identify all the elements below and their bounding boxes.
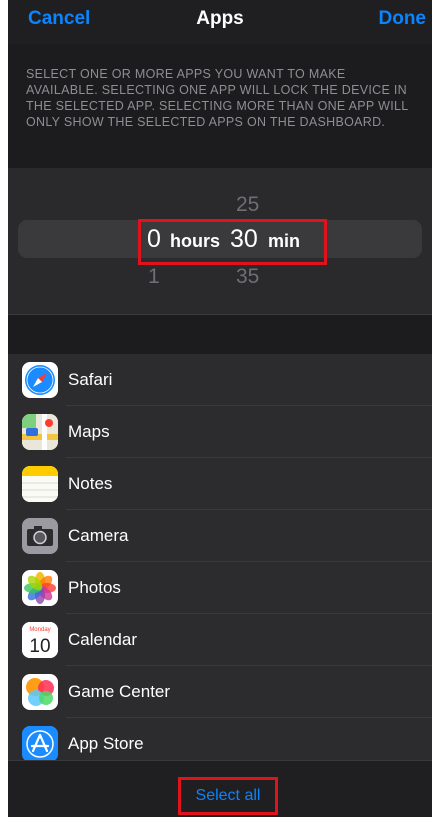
app-label: Notes (68, 474, 113, 493)
list-item-photos[interactable]: Photos (8, 562, 432, 614)
instructions-text: SELECT ONE OR MORE APPS YOU WANT TO MAKE… (26, 67, 409, 129)
app-list: Safari Maps Notes Camera Photos Monday 1… (8, 354, 432, 760)
done-button[interactable]: Done (379, 8, 427, 30)
calendar-icon: Monday 10 (22, 622, 58, 658)
app-label: Camera (68, 526, 129, 545)
picker-minutes-above[interactable]: 25 (236, 193, 259, 217)
notes-icon (22, 466, 58, 502)
device-screen: Cancel Apps Done SELECT ONE OR MORE APPS… (8, 0, 432, 817)
list-item-camera[interactable]: Camera (8, 510, 432, 562)
list-item-maps[interactable]: Maps (8, 406, 432, 458)
app-label: Maps (68, 422, 110, 441)
list-item-game-center[interactable]: Game Center (8, 666, 432, 718)
calendar-icon-month: Monday (29, 627, 50, 633)
maps-icon (22, 414, 58, 450)
app-label: Game Center (68, 682, 171, 701)
list-item-safari[interactable]: Safari (8, 354, 432, 406)
app-label: Safari (68, 370, 113, 389)
calendar-icon-day: 10 (29, 636, 50, 657)
game-center-icon (22, 674, 58, 710)
list-item-app-store[interactable]: App Store (8, 718, 432, 760)
safari-icon (22, 362, 58, 398)
list-item-notes[interactable]: Notes (8, 458, 432, 510)
photos-icon (22, 570, 58, 606)
select-all-button[interactable]: Select all (178, 777, 278, 815)
picker-hours-below[interactable]: 1 (148, 265, 160, 289)
list-item-calendar[interactable]: Monday 10 Calendar (8, 614, 432, 666)
page-title: Apps (196, 8, 244, 29)
app-label: App Store (68, 734, 144, 753)
app-label: Photos (68, 578, 121, 597)
picker-highlight-box (138, 219, 327, 265)
section-gap (8, 314, 432, 355)
bottom-toolbar: Select all (8, 760, 432, 817)
picker-minutes-below[interactable]: 35 (236, 265, 259, 289)
camera-icon (22, 518, 58, 554)
app-label: Calendar (68, 630, 137, 649)
navigation-bar: Cancel Apps Done (8, 0, 432, 44)
app-store-icon (22, 726, 58, 760)
